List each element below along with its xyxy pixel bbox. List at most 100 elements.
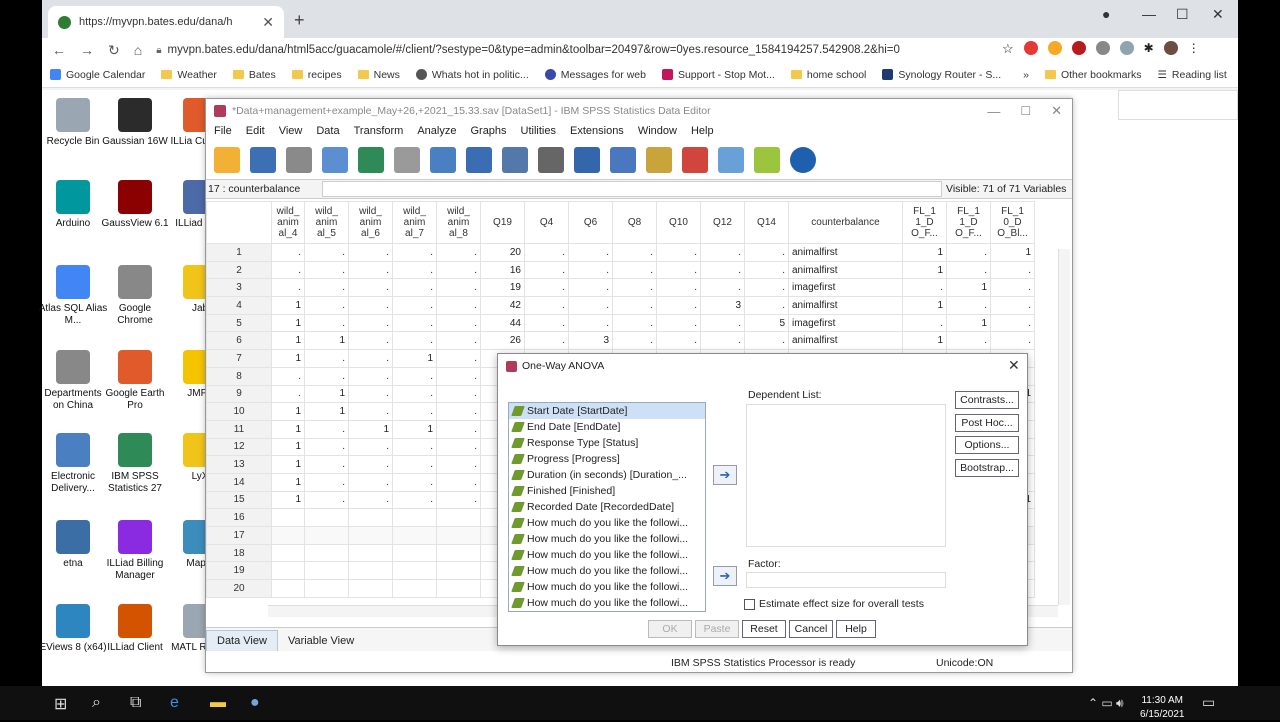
data-cell[interactable]: . — [568, 278, 613, 298]
data-cell[interactable]: 1 — [902, 331, 947, 351]
data-cell[interactable]: . — [348, 331, 393, 351]
find-icon[interactable] — [574, 147, 600, 173]
data-cell[interactable]: . — [436, 349, 481, 368]
paste-button[interactable]: Paste — [695, 620, 739, 638]
row-number[interactable]: 14 — [206, 472, 272, 492]
data-cell[interactable]: . — [436, 278, 481, 298]
column-header[interactable]: Q6 — [568, 201, 613, 244]
menu-transform[interactable]: Transform — [354, 125, 404, 143]
menu-icon[interactable]: ⋮ — [1188, 41, 1200, 57]
data-cell[interactable]: . — [436, 384, 481, 404]
browser-tab[interactable]: https://myvpn.bates.edu/dana/h ✕ — [48, 6, 284, 38]
data-cell[interactable] — [392, 526, 437, 545]
minimize-icon[interactable]: — — [987, 104, 1000, 119]
column-header[interactable]: wild_ anim al_4 — [271, 201, 305, 244]
data-cell[interactable]: . — [348, 366, 393, 386]
extension-icon[interactable] — [1119, 41, 1134, 55]
data-cell[interactable]: . — [744, 331, 789, 351]
data-cell[interactable]: . — [392, 313, 437, 333]
star-icon[interactable]: ☆ — [1002, 41, 1014, 57]
tray-icons[interactable]: ⌃ ▭ 🔊︎ — [1088, 696, 1124, 711]
data-cell[interactable]: 1 — [946, 278, 991, 298]
data-cell[interactable] — [304, 526, 349, 545]
avatar[interactable] — [1163, 41, 1178, 55]
reset-button[interactable]: Reset — [742, 620, 786, 638]
ok-button[interactable]: OK — [648, 620, 692, 638]
data-cell[interactable]: . — [656, 296, 701, 315]
print-icon[interactable] — [286, 147, 312, 173]
column-header[interactable]: counterbalance — [788, 201, 903, 244]
desktop-icon[interactable]: Google Chrome — [100, 265, 170, 327]
undo-icon[interactable] — [358, 147, 384, 173]
bookmark-item[interactable]: News — [357, 69, 400, 81]
menu-file[interactable]: File — [214, 125, 232, 143]
bootstrap-button[interactable]: Bootstrap... — [955, 459, 1019, 477]
data-cell[interactable]: 1 — [271, 472, 305, 492]
data-cell[interactable]: 20 — [480, 243, 525, 262]
row-number[interactable]: 2 — [206, 260, 272, 280]
data-cell[interactable]: . — [271, 366, 305, 386]
back-icon[interactable]: ← — [52, 42, 66, 58]
bookmark-item[interactable]: Google Calendar — [50, 69, 145, 81]
data-cell[interactable]: imagefirst — [788, 313, 903, 333]
data-cell[interactable]: . — [568, 313, 613, 333]
data-cell[interactable]: . — [392, 296, 437, 315]
data-cell[interactable]: . — [700, 278, 745, 298]
data-cell[interactable]: . — [700, 260, 745, 280]
task-view-icon[interactable]: ⧉ — [130, 694, 141, 712]
insert-variable-icon[interactable] — [646, 147, 672, 173]
data-cell[interactable]: . — [902, 278, 947, 298]
data-cell[interactable]: . — [436, 419, 481, 439]
row-number[interactable]: 17 — [206, 526, 272, 545]
list-item[interactable]: Recorded Date [RecordedDate] — [509, 499, 705, 515]
data-cell[interactable]: 5 — [744, 313, 789, 333]
data-cell[interactable] — [436, 508, 481, 527]
data-cell[interactable]: . — [348, 402, 393, 421]
other-bookmarks[interactable]: Other bookmarks — [1044, 69, 1142, 81]
data-cell[interactable]: . — [392, 384, 437, 404]
list-item[interactable]: How much do you like the followi... — [509, 547, 705, 563]
tab-data-view[interactable]: Data View — [206, 630, 278, 651]
data-cell[interactable]: . — [436, 296, 481, 315]
home-icon[interactable]: ⌂ — [134, 42, 142, 58]
notifications-icon[interactable]: ▭ — [1202, 694, 1215, 711]
column-header[interactable]: wild_ anim al_8 — [436, 201, 481, 244]
row-number[interactable]: 8 — [206, 366, 272, 386]
forward-icon[interactable]: → — [80, 42, 94, 58]
save-icon[interactable] — [250, 147, 276, 173]
data-cell[interactable]: . — [304, 260, 349, 280]
list-item[interactable]: How much do you like the followi... — [509, 579, 705, 595]
insert-cases-icon[interactable] — [610, 147, 636, 173]
edge-icon[interactable]: e — [170, 694, 179, 712]
data-cell[interactable]: . — [612, 260, 657, 280]
data-cell[interactable]: . — [946, 296, 991, 315]
desktop-icon[interactable]: Gaussian 16W — [100, 98, 170, 148]
data-cell[interactable]: . — [700, 331, 745, 351]
row-number[interactable]: 5 — [206, 313, 272, 333]
help-button[interactable]: Help — [836, 620, 876, 638]
bookmark-item[interactable]: home school — [790, 69, 866, 81]
column-header[interactable]: Q19 — [480, 201, 525, 244]
data-cell[interactable]: . — [304, 278, 349, 298]
data-cell[interactable]: . — [612, 296, 657, 315]
goto-variable-icon[interactable] — [466, 147, 492, 173]
bookmark-item[interactable]: Bates — [232, 69, 276, 81]
estimate-effect-size-checkbox[interactable]: Estimate effect size for overall tests — [744, 598, 924, 610]
data-cell[interactable]: imagefirst — [788, 278, 903, 298]
data-cell[interactable]: . — [656, 331, 701, 351]
data-cell[interactable]: . — [612, 278, 657, 298]
data-cell[interactable]: . — [392, 455, 437, 474]
menu-data[interactable]: Data — [316, 125, 339, 143]
source-variable-list[interactable]: Start Date [StartDate] End Date [EndDate]… — [508, 402, 706, 612]
data-cell[interactable]: . — [271, 278, 305, 298]
overflow-chevron-icon[interactable]: » — [1023, 69, 1029, 81]
close-icon[interactable]: ✕ — [1051, 103, 1062, 119]
data-cell[interactable]: . — [392, 278, 437, 298]
row-number[interactable]: 20 — [206, 579, 272, 598]
file-explorer-icon[interactable]: ▬ — [210, 694, 226, 712]
data-cell[interactable]: . — [436, 437, 481, 457]
data-cell[interactable]: 1 — [392, 419, 437, 439]
dependent-list[interactable] — [746, 404, 946, 547]
column-header[interactable]: FL_1 0_D O_Bl... — [990, 201, 1035, 244]
data-cell[interactable]: 19 — [480, 278, 525, 298]
